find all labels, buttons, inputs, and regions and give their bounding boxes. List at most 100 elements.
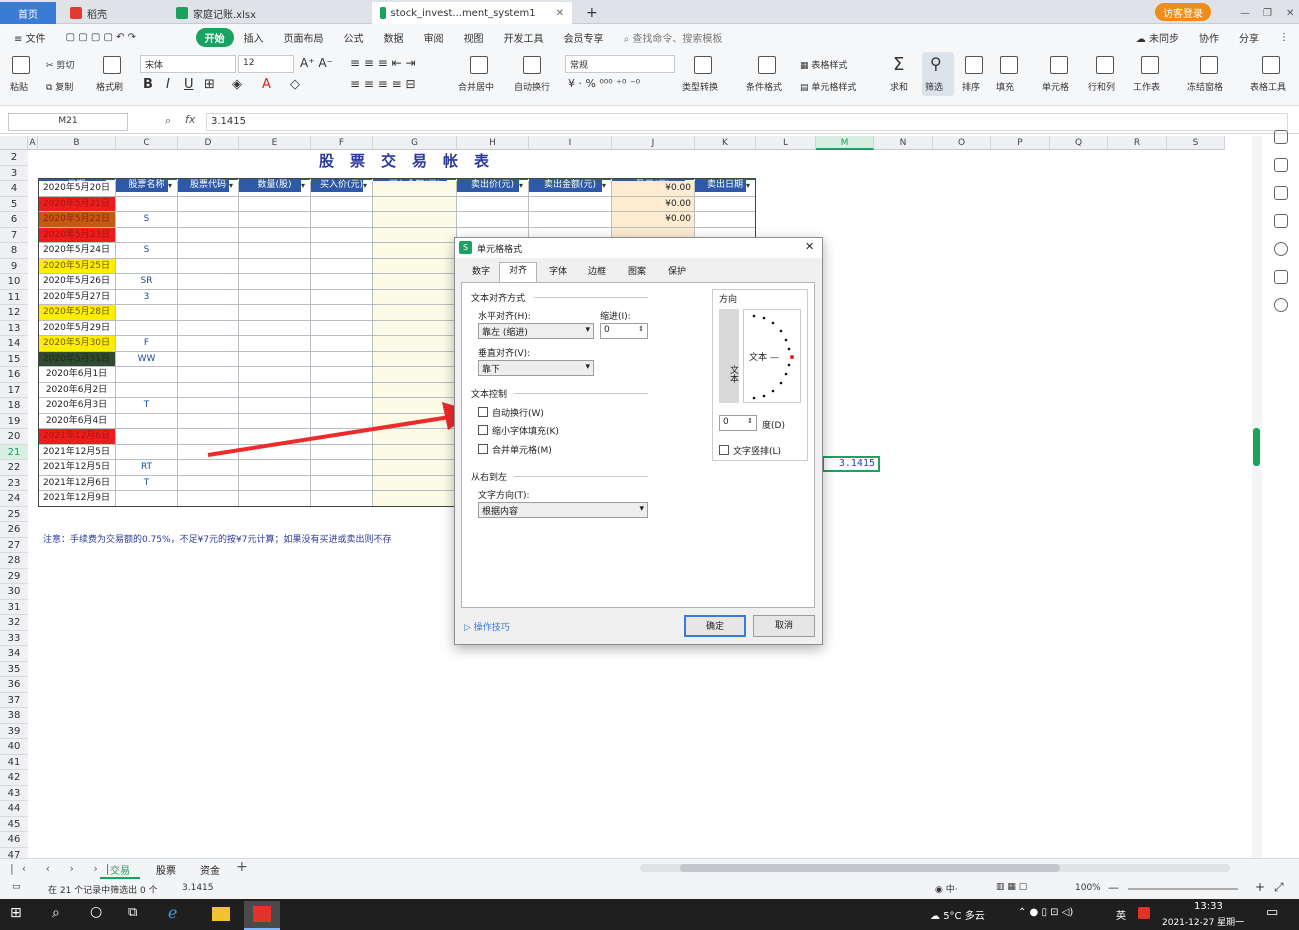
worksheet-icon[interactable]: [1141, 56, 1159, 74]
row-header[interactable]: 22: [0, 460, 28, 476]
close-window-icon[interactable]: ✕: [1278, 2, 1299, 24]
collab-button[interactable]: 协作: [1189, 30, 1229, 45]
row-header[interactable]: 6: [0, 212, 28, 228]
date-cell[interactable]: 2021年12月6日: [38, 429, 116, 445]
weather-widget[interactable]: ☁ 5°C 多云: [930, 907, 985, 922]
date-cell[interactable]: 2021年12月9日: [38, 491, 116, 507]
number-format-select[interactable]: 常规: [565, 55, 675, 73]
profit-loss-cell[interactable]: ¥0.00: [612, 212, 695, 228]
currency-icon[interactable]: ¥ · % ⁰⁰⁰ ⁺⁰ ⁻⁰: [568, 77, 640, 90]
date-cell[interactable]: 2020年6月1日: [38, 367, 116, 383]
buy-amount-cell[interactable]: [373, 243, 457, 259]
file-explorer-icon[interactable]: [212, 907, 230, 921]
sheet-tab-stock[interactable]: 股票: [148, 862, 184, 877]
row-header[interactable]: 13: [0, 320, 28, 336]
row-header[interactable]: 43: [0, 785, 28, 801]
data-cell[interactable]: [178, 289, 239, 305]
row-header[interactable]: 19: [0, 413, 28, 429]
sort-button[interactable]: 排序: [962, 80, 980, 93]
type-convert-icon[interactable]: [694, 56, 712, 74]
row-header[interactable]: 7: [0, 227, 28, 243]
side-cursor-icon[interactable]: [1274, 158, 1288, 172]
tab-pattern[interactable]: 图案: [619, 264, 655, 282]
data-cell[interactable]: [239, 351, 311, 367]
data-cell[interactable]: [529, 181, 612, 197]
date-cell[interactable]: 2020年5月29日: [38, 320, 116, 336]
row-header[interactable]: 23: [0, 475, 28, 491]
data-cell[interactable]: [457, 212, 529, 228]
status-view-icon[interactable]: ▭: [12, 882, 21, 892]
tab-protect[interactable]: 保护: [659, 264, 695, 282]
stock-name-cell[interactable]: A: [116, 181, 178, 197]
data-cell[interactable]: [239, 196, 311, 212]
stock-name-cell[interactable]: RT: [116, 460, 178, 476]
row-header[interactable]: 29: [0, 568, 28, 584]
table-tools-button[interactable]: 表格工具: [1250, 80, 1286, 93]
more-icon[interactable]: ⋮: [1269, 32, 1299, 43]
fill-icon[interactable]: [1000, 56, 1018, 74]
buy-amount-cell[interactable]: [373, 305, 457, 321]
data-cell[interactable]: [239, 305, 311, 321]
column-header[interactable]: I: [529, 136, 612, 150]
row-header[interactable]: 8: [0, 243, 28, 259]
data-cell[interactable]: [178, 382, 239, 398]
merge-cells-checkbox[interactable]: [478, 444, 488, 454]
tab-alignment[interactable]: 对齐: [499, 262, 537, 282]
data-cell[interactable]: [311, 196, 373, 212]
ok-button[interactable]: 确定: [684, 615, 746, 637]
row-header[interactable]: 40: [0, 739, 28, 755]
ime-indicator[interactable]: 英: [1116, 907, 1126, 922]
dialog-close-icon[interactable]: ✕: [805, 240, 814, 253]
date-cell[interactable]: 2021年12月5日: [38, 460, 116, 476]
data-cell[interactable]: [529, 196, 612, 212]
data-cell[interactable]: [695, 196, 756, 212]
row-header[interactable]: 41: [0, 754, 28, 770]
row-header[interactable]: 37: [0, 692, 28, 708]
windows-start-icon[interactable]: ⊞: [10, 905, 22, 921]
row-header[interactable]: 21: [0, 444, 28, 460]
data-cell[interactable]: [311, 227, 373, 243]
rowcol-icon[interactable]: [1096, 56, 1114, 74]
stock-name-cell[interactable]: 3: [116, 289, 178, 305]
stock-name-cell[interactable]: SR: [116, 274, 178, 290]
menu-item-dev[interactable]: 开发工具: [494, 30, 554, 45]
format-painter-icon[interactable]: [103, 56, 121, 74]
bold-icon[interactable]: B: [143, 77, 153, 92]
menu-item-formula[interactable]: 公式: [334, 30, 374, 45]
profit-loss-cell[interactable]: ¥0.00: [612, 196, 695, 212]
row-header[interactable]: 44: [0, 801, 28, 817]
menu-item-view[interactable]: 视图: [454, 30, 494, 45]
wrap-button[interactable]: 自动换行: [514, 80, 550, 93]
buy-amount-cell[interactable]: [373, 212, 457, 228]
stock-name-cell[interactable]: T: [116, 398, 178, 414]
name-box[interactable]: M21: [8, 113, 128, 131]
row-header[interactable]: 27: [0, 537, 28, 553]
row-header[interactable]: 38: [0, 708, 28, 724]
data-cell[interactable]: [311, 491, 373, 507]
stock-name-cell[interactable]: [116, 491, 178, 507]
column-header[interactable]: M: [816, 136, 874, 150]
row-header[interactable]: 3: [0, 165, 28, 181]
tab-font[interactable]: 字体: [541, 264, 575, 282]
share-button[interactable]: 分享: [1229, 30, 1269, 45]
date-cell[interactable]: 2020年5月30日: [38, 336, 116, 352]
filter-button[interactable]: ⚲ 筛选: [922, 52, 954, 96]
buy-amount-cell[interactable]: [373, 320, 457, 336]
row-header[interactable]: 30: [0, 584, 28, 600]
wps-taskbar-item[interactable]: [244, 901, 280, 930]
data-cell[interactable]: [695, 181, 756, 197]
menu-item-insert[interactable]: 插入: [234, 30, 274, 45]
data-cell[interactable]: [239, 336, 311, 352]
date-cell[interactable]: 2020年6月3日: [38, 398, 116, 414]
data-cell[interactable]: [239, 289, 311, 305]
fill-color-icon[interactable]: ◈: [232, 77, 242, 92]
buy-amount-cell[interactable]: [373, 196, 457, 212]
merge-icon[interactable]: [470, 56, 488, 74]
command-search[interactable]: ⌕ 查找命令、搜索模板: [614, 30, 733, 45]
tab-family-ledger[interactable]: 家庭记账.xlsx: [168, 2, 358, 24]
data-cell[interactable]: [311, 212, 373, 228]
wps-tray-icon[interactable]: [1138, 907, 1150, 919]
stock-name-cell[interactable]: [116, 196, 178, 212]
data-cell[interactable]: [178, 367, 239, 383]
add-sheet-icon[interactable]: +: [236, 859, 248, 875]
